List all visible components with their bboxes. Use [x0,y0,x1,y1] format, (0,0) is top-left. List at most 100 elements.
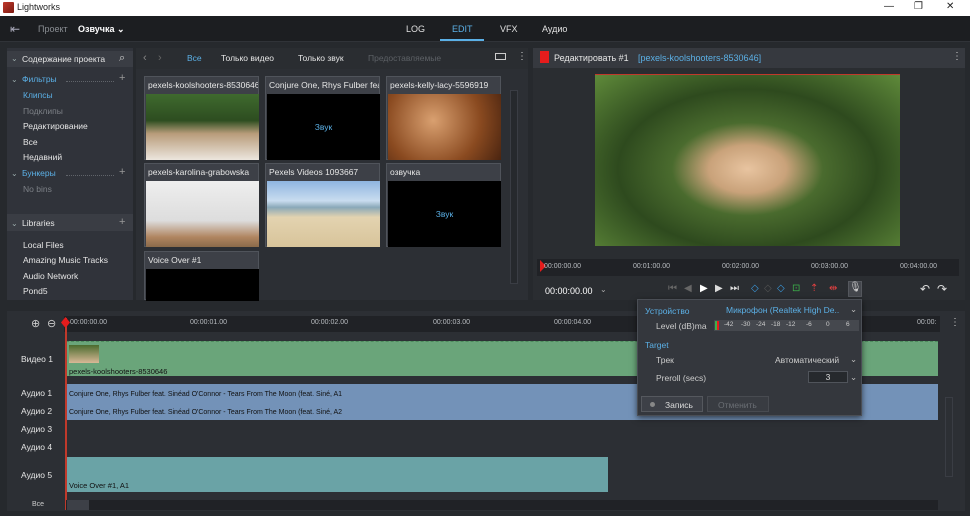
bins-header[interactable]: Бункеры [22,168,56,178]
voiceover-mic-button[interactable]: 🎙 [848,281,862,297]
chevron-down-icon[interactable]: ⌄ [850,354,857,365]
library-pond5[interactable]: Pond5 [23,286,48,296]
grid-view-icon[interactable] [495,53,506,60]
viewer-more-icon[interactable]: ⋮ [952,51,962,62]
timeline-vscrollbar[interactable] [945,397,953,477]
track-label-audio2[interactable]: Аудио 2 [21,406,52,416]
ruler-label: 00:02:00.00 [722,263,759,270]
track-label-audio4[interactable]: Аудио 4 [21,442,52,452]
meter-tick: -30 [741,321,751,328]
timeline-hscrollbar[interactable] [66,500,938,510]
library-audio-network[interactable]: Audio Network [23,271,78,281]
audio-clip-a5[interactable]: Voice Over #1, A1 [66,457,608,492]
redo-icon[interactable]: ↷ [937,282,947,296]
meter-tick: 6 [846,321,850,328]
audio-thumbnail: Звук [267,94,380,160]
go-end-icon[interactable]: ⏭ [730,283,739,294]
filters-header[interactable]: Фильтры [22,74,57,84]
filter-video-only[interactable]: Только видео [221,53,274,63]
more-icon[interactable]: ⋮ [517,51,527,62]
tab-audio[interactable]: Аудио [542,24,567,34]
viewer-clip-name: [pexels-koolshooters-8530646] [638,53,762,63]
chevron-down-icon[interactable]: ⌄ [11,219,18,228]
media-tile[interactable]: Voice Over #1 [144,251,259,301]
track-label-audio5[interactable]: Аудио 5 [21,470,52,480]
media-tile[interactable]: pexels-kelly-lacy-5596919 [386,76,501,160]
minimize-button[interactable]: — [884,1,894,12]
device-select[interactable]: Микрофон (Realtek High De.. [726,305,839,315]
search-icon[interactable]: ⌕ [119,52,125,65]
media-tile[interactable]: Pexels Videos 1093667 [265,163,380,247]
sidebar-item-clips[interactable]: Клипсы [23,90,53,100]
filter-provided[interactable]: Предоставляемые [368,53,441,63]
all-tracks-label[interactable]: Все [32,501,44,508]
ruler-label: 00:00:01.00 [190,319,227,326]
filter-audio-only[interactable]: Только звук [298,53,344,63]
target-label: Target [645,340,669,350]
sidebar-item-recent[interactable]: Недавний [23,152,62,162]
add-library-icon[interactable]: + [119,216,125,228]
extract-icon[interactable]: ⇹ [829,283,837,294]
insert-icon[interactable]: ⊡ [792,283,800,294]
lift-icon[interactable]: ⇡ [810,283,818,294]
exit-icon[interactable]: ⇤ [10,22,20,36]
back-icon[interactable]: ‹ [143,52,147,64]
undo-icon[interactable]: ↶ [920,282,930,296]
library-local-files[interactable]: Local Files [23,240,64,250]
filter-all[interactable]: Все [187,53,202,63]
mark-out-icon[interactable]: ◇ [777,283,785,294]
media-tile[interactable]: pexels-karolina-grabowska [144,163,259,247]
play-icon[interactable]: ▶ [700,283,708,294]
project-dropdown[interactable]: Озвучка ⌄ [78,24,125,35]
preroll-input[interactable]: 3 [808,371,848,383]
forward-icon[interactable]: › [158,52,162,64]
title-bar: Lightworks — ❐ ✕ [0,0,970,16]
ruler-label: 00:00:04.00 [554,319,591,326]
chevron-down-icon[interactable]: ⌄ [850,372,857,383]
add-bin-icon[interactable]: + [119,166,125,178]
step-back-icon[interactable]: ◀ [684,283,692,294]
tab-vfx[interactable]: VFX [500,24,518,34]
track-label-audio3[interactable]: Аудио 3 [21,424,52,434]
viewer-timecode[interactable]: 00:00:00.00 [545,286,593,296]
timeline-more-icon[interactable]: ⋮ [950,317,960,328]
chevron-down-icon[interactable]: ⌄ [850,304,857,315]
zoom-out-icon[interactable]: ⊖ [47,317,56,330]
media-tile[interactable]: озвучка Звук [386,163,501,247]
mark-clear-icon[interactable]: ◇ [764,283,772,294]
timeline-playhead[interactable] [65,318,67,510]
library-amazing-music[interactable]: Amazing Music Tracks [23,255,108,265]
media-tile[interactable]: pexels-koolshooters-8530646 [144,76,259,160]
record-button[interactable]: Запись [641,396,703,412]
add-filter-icon[interactable]: + [119,72,125,84]
libraries-header[interactable]: Libraries [22,218,55,228]
tab-edit[interactable]: EDIT [452,24,473,34]
go-start-icon[interactable]: ⏮ [668,283,677,294]
chevron-down-icon[interactable]: ⌄ [11,169,18,178]
meter-tick: -12 [786,321,796,328]
sidebar-item-subclips[interactable]: Подклипы [23,106,63,116]
media-tile[interactable]: Conjure One, Rhys Fulber feat. Звук [265,76,380,160]
track-select[interactable]: Автоматический [775,355,839,365]
clip-name: Conjure One, Rhys Fulber feat. Sinéad O'… [69,409,343,416]
track-label-audio1[interactable]: Аудио 1 [21,388,52,398]
sidebar-item-edits[interactable]: Редактирование [23,121,88,131]
maximize-button[interactable]: ❐ [914,1,923,12]
video-preview[interactable] [595,74,900,246]
timecode-dropdown-icon[interactable]: ⌄ [600,285,607,294]
device-label: Устройство [645,306,690,316]
mark-in-icon[interactable]: ◇ [751,283,759,294]
sidebar-header: ⌄ Содержание проекта ⌕ [7,51,133,67]
cancel-button[interactable]: Отменить [707,396,769,412]
ruler-label: 00:00:03.00 [433,319,470,326]
close-button[interactable]: ✕ [946,1,954,12]
step-forward-icon[interactable]: ▶ [715,283,723,294]
browser-scrollbar[interactable] [510,90,518,284]
zoom-in-icon[interactable]: ⊕ [31,317,40,330]
meter-tick: -42 [724,321,734,328]
track-label-video1[interactable]: Видео 1 [21,354,53,364]
chevron-down-icon[interactable]: ⌄ [11,75,18,84]
tab-log[interactable]: LOG [406,24,425,34]
sidebar-item-all[interactable]: Все [23,137,38,147]
level-label: Level (dB)ma [656,321,707,331]
